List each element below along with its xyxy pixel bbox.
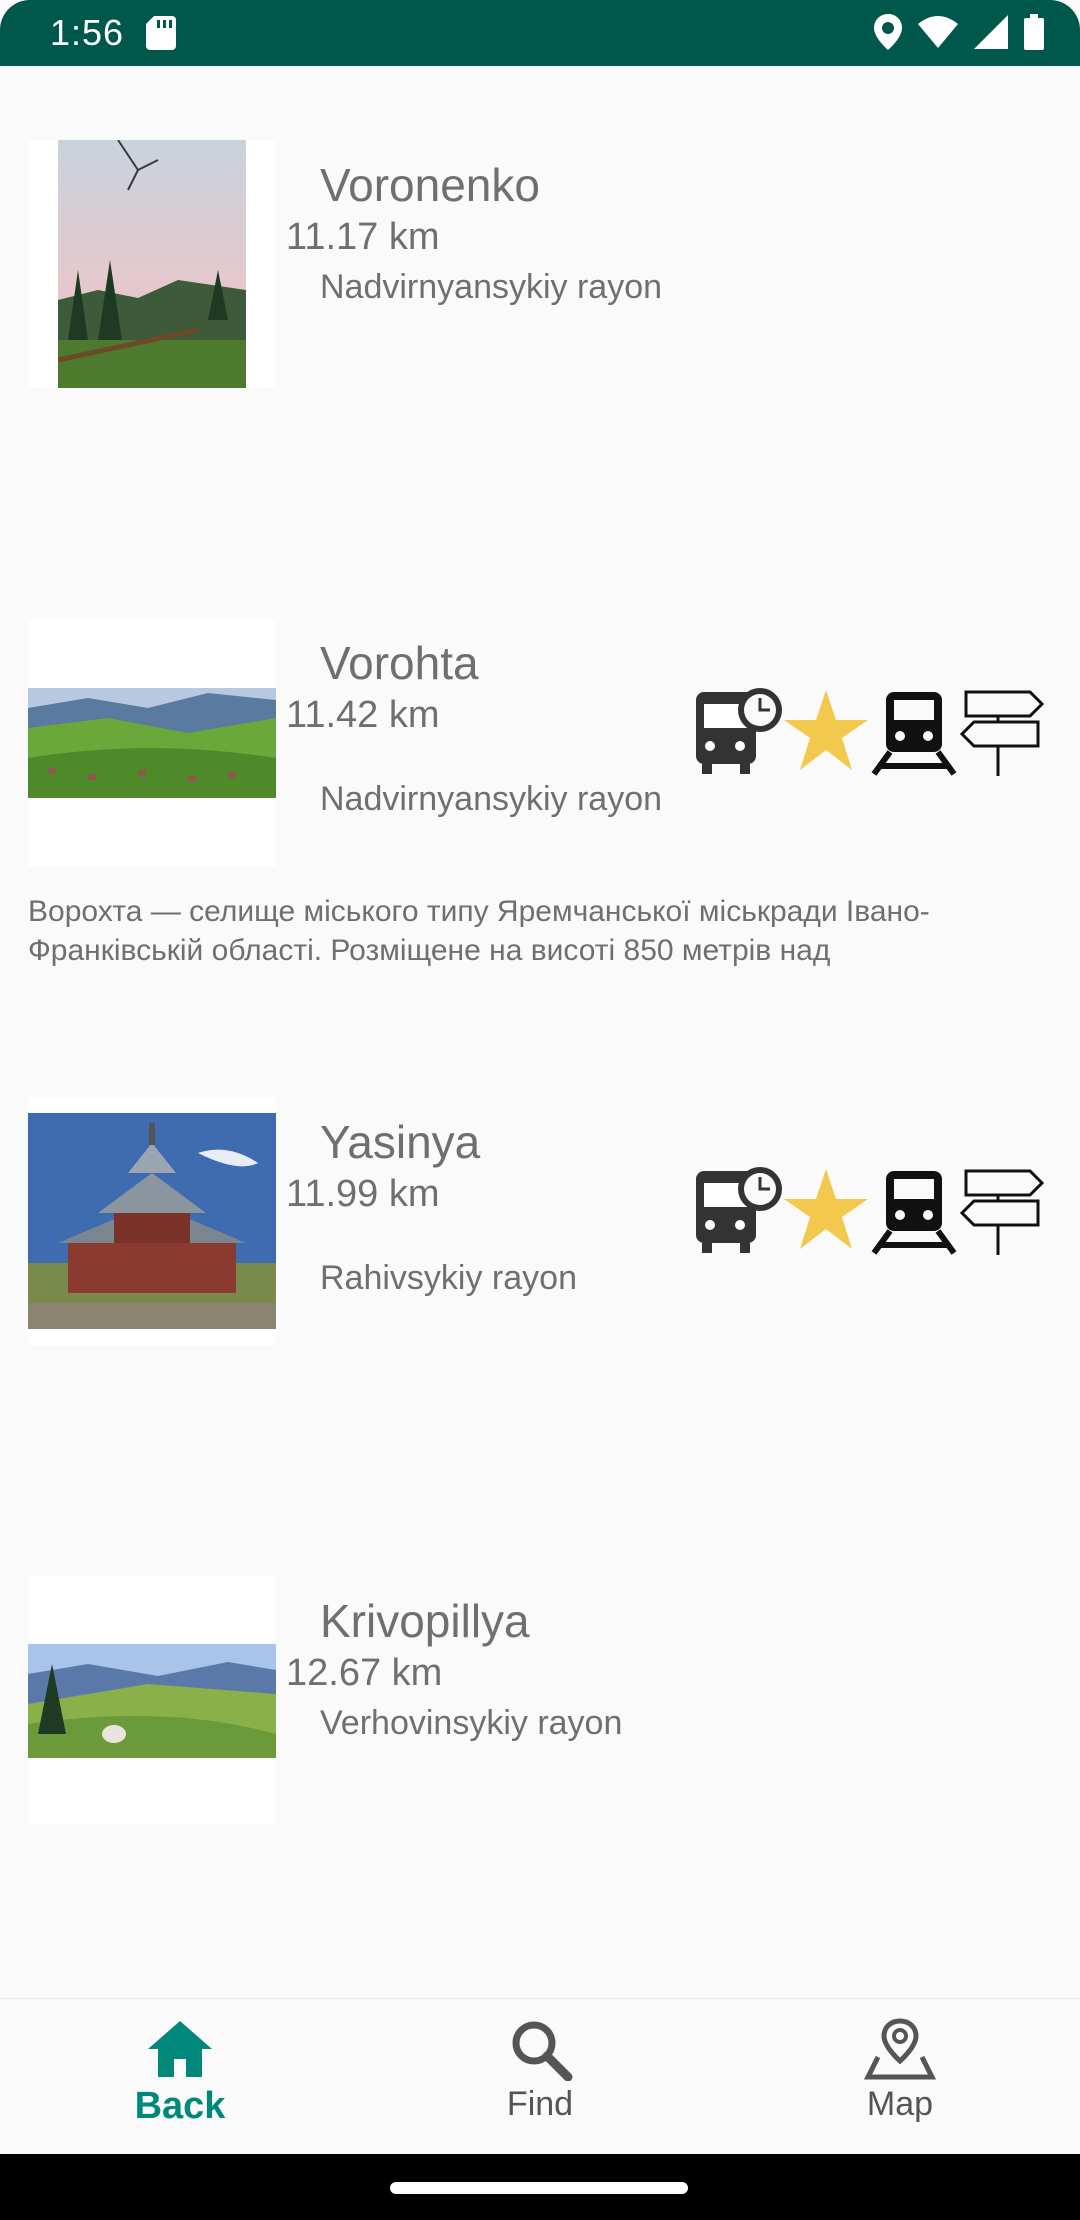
place-rayon: Nadvirnyansykiy rayon [320, 780, 663, 818]
battery-icon [1024, 14, 1044, 50]
bus-schedule-icon [694, 1165, 782, 1257]
train-icon [870, 1165, 958, 1257]
place-distance: 11.17 km [286, 216, 440, 258]
star-icon [782, 1165, 870, 1257]
star-icon [782, 686, 870, 778]
place-name: Voronenko [320, 159, 540, 211]
amenities-row [694, 1165, 1054, 1257]
home-icon [148, 2021, 212, 2077]
place-name: Yasinya [320, 1116, 481, 1168]
nav-find[interactable]: Find [360, 1999, 720, 2155]
bus-schedule-icon [694, 686, 782, 778]
place-description: Ворохта — селище міського типу Яремчансь… [28, 895, 930, 967]
train-icon [870, 686, 958, 778]
status-time: 1:56 [50, 12, 125, 53]
place-thumbnail[interactable] [28, 618, 276, 866]
amenities-row [694, 686, 1054, 778]
signal-icon [974, 15, 1008, 49]
place-thumbnail[interactable] [28, 1097, 276, 1345]
place-distance: 11.99 km [286, 1173, 440, 1215]
place-thumbnail[interactable] [28, 1576, 276, 1824]
place-rayon: Verhovinsykiy rayon [320, 1704, 623, 1742]
sd-card-icon [146, 16, 176, 50]
search-icon [512, 2021, 573, 2081]
signpost-icon [958, 686, 1046, 778]
place-name: Krivopillya [320, 1595, 530, 1647]
place-rayon: Rahivsykiy rayon [320, 1259, 577, 1297]
wifi-icon [918, 16, 958, 48]
place-distance: 11.42 km [286, 694, 440, 736]
nav-back[interactable]: Back [0, 1999, 360, 2155]
nav-map-label: Map [866, 2085, 934, 2123]
place-rayon: Nadvirnyansykiy rayon [320, 268, 663, 306]
system-navigation-bar [0, 2154, 1080, 2220]
place-name: Vorohta [320, 637, 479, 689]
nav-map[interactable]: Map [720, 1999, 1080, 2155]
status-bar: 1:56 [0, 0, 1080, 66]
bottom-navigation: Back Find Map [0, 1998, 1080, 2155]
nav-find-label: Find [506, 2085, 574, 2123]
signpost-icon [958, 1165, 1046, 1257]
nav-back-label: Back [134, 2085, 226, 2127]
location-icon [874, 14, 902, 50]
home-gesture-handle[interactable] [390, 2182, 688, 2194]
map-pin-icon [864, 2018, 936, 2080]
place-thumbnail[interactable] [28, 140, 276, 388]
place-distance: 12.67 km [286, 1652, 443, 1694]
